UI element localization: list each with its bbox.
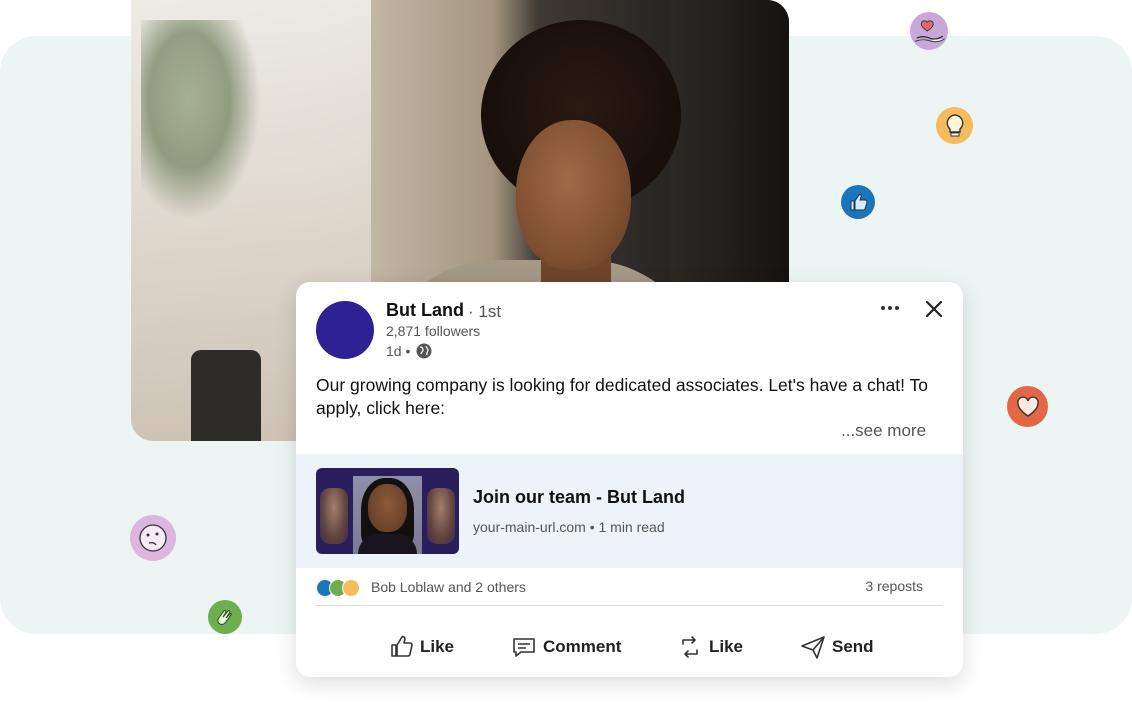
post-timestamp: 1d • <box>386 343 432 359</box>
like-label: Like <box>420 637 455 656</box>
link-thumbnail[interactable] <box>316 468 459 554</box>
love-heart-icon <box>1007 386 1048 427</box>
repost-icon <box>682 636 698 658</box>
close-icon[interactable] <box>923 298 945 320</box>
connection-degree: · 1st <box>468 302 502 321</box>
author-avatar[interactable] <box>316 301 374 359</box>
like-thumb-icon <box>841 185 875 219</box>
post-text: Our growing company is looking for dedic… <box>316 375 928 418</box>
post-time-label: 1d • <box>386 343 411 359</box>
send-button[interactable]: Send <box>800 632 874 662</box>
repost-label: Like <box>709 637 744 656</box>
comment-label: Comment <box>543 637 622 656</box>
follower-count: 2,871 followers <box>386 323 481 339</box>
divider <box>316 605 943 606</box>
send-icon <box>801 636 825 659</box>
celebrate-clap-icon <box>208 600 242 634</box>
reposts-count[interactable]: 3 reposts <box>865 578 923 594</box>
author-name[interactable]: But Land <box>386 300 464 321</box>
post-card: But Land · 1st 2,871 followers 1d • Our … <box>296 282 963 677</box>
comment-button[interactable]: Comment <box>511 632 621 662</box>
like-icon <box>391 635 413 657</box>
link-preview-card[interactable]: Join our team - But Land your-main-url.c… <box>296 454 963 568</box>
insightful-bulb-icon <box>936 107 973 144</box>
insightful-reaction-icon <box>342 579 360 597</box>
curious-face-icon <box>130 515 176 561</box>
more-icon[interactable] <box>878 298 902 318</box>
link-meta: your-main-url.com • 1 min read <box>473 519 665 535</box>
support-hand-heart-icon <box>910 12 948 50</box>
social-counts: Bob Loblaw and 2 others 3 reposts <box>316 578 943 598</box>
link-title[interactable]: Join our team - But Land <box>473 487 685 508</box>
like-button[interactable]: Like <box>388 632 454 662</box>
reactors-text[interactable]: Bob Loblaw and 2 others <box>371 579 526 595</box>
see-more-link[interactable]: ...see more <box>841 421 926 441</box>
send-label: Send <box>832 637 874 656</box>
globe-icon <box>416 343 432 359</box>
repost-button[interactable]: Like <box>677 632 743 662</box>
comment-icon <box>513 638 535 657</box>
reaction-stack[interactable] <box>316 578 364 598</box>
